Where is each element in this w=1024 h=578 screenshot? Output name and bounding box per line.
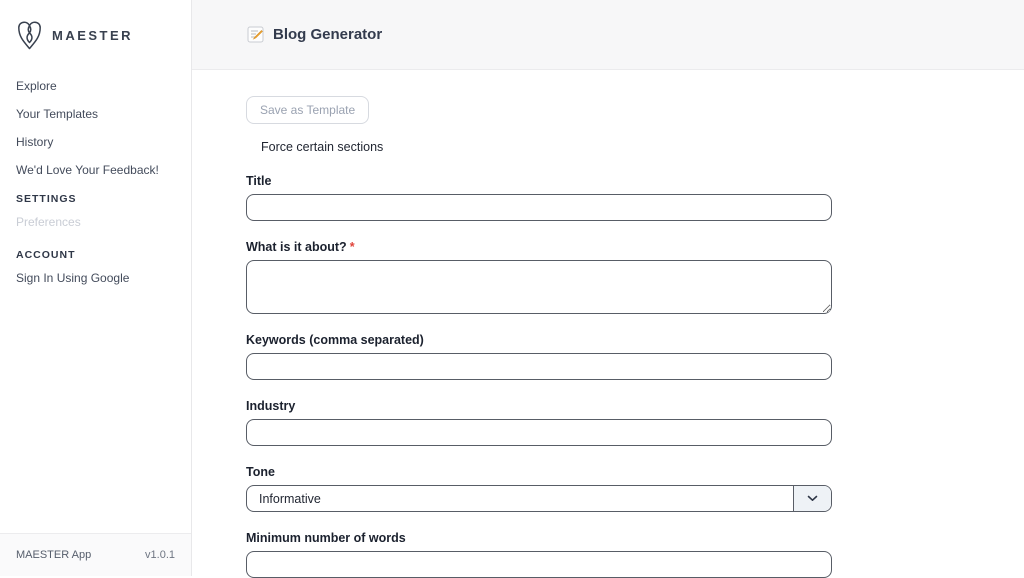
- about-textarea[interactable]: [246, 260, 832, 314]
- app-name: MAESTER: [52, 28, 133, 43]
- chevron-down-icon: [807, 495, 818, 502]
- field-group-title: Title: [246, 175, 832, 221]
- save-as-template-button[interactable]: Save as Template: [246, 96, 369, 124]
- tone-dropdown-button[interactable]: [793, 486, 831, 511]
- keywords-input[interactable]: [246, 353, 832, 380]
- field-group-tone: Tone Informative: [246, 466, 832, 512]
- page-header: Blog Generator: [192, 0, 1024, 70]
- memo-icon: [247, 26, 264, 43]
- field-group-industry: Industry: [246, 400, 832, 446]
- sidebar-item-your-templates[interactable]: Your Templates: [16, 108, 175, 120]
- tone-select[interactable]: Informative: [246, 485, 832, 512]
- sidebar-item-history[interactable]: History: [16, 136, 175, 148]
- industry-input[interactable]: [246, 419, 832, 446]
- sidebar-heading-settings: SETTINGS: [16, 194, 175, 205]
- sidebar-item-sign-in-google[interactable]: Sign In Using Google: [16, 272, 175, 284]
- sidebar-item-preferences[interactable]: Preferences: [16, 216, 175, 228]
- footer-app-label: MAESTER App: [16, 549, 91, 561]
- about-label-text: What is it about?: [246, 240, 347, 254]
- sidebar-footer: MAESTER App v1.0.1: [0, 533, 191, 576]
- main-area: Blog Generator Save as Template Force ce…: [192, 0, 1024, 576]
- footer-version: v1.0.1: [145, 549, 175, 561]
- title-input[interactable]: [246, 194, 832, 221]
- sidebar-item-explore[interactable]: Explore: [16, 80, 175, 92]
- sidebar-nav: Explore Your Templates History We'd Love…: [0, 80, 191, 284]
- industry-label: Industry: [246, 400, 832, 413]
- about-label: What is it about?*: [246, 241, 832, 254]
- page-title: Blog Generator: [273, 26, 382, 43]
- tone-selected-value: Informative: [247, 486, 793, 511]
- form-content: Save as Template Force certain sections …: [192, 70, 1024, 578]
- force-sections-label: Force certain sections: [261, 140, 1024, 155]
- field-group-keywords: Keywords (comma separated): [246, 334, 832, 380]
- field-group-about: What is it about?*: [246, 241, 832, 314]
- min-words-input[interactable]: [246, 551, 832, 578]
- sidebar-heading-account: ACCOUNT: [16, 250, 175, 261]
- min-words-label: Minimum number of words: [246, 532, 832, 545]
- sidebar-item-feedback[interactable]: We'd Love Your Feedback!: [16, 164, 175, 176]
- field-group-min-words: Minimum number of words: [246, 532, 832, 578]
- sidebar: MAESTER Explore Your Templates History W…: [0, 0, 192, 576]
- app-logo: MAESTER: [0, 0, 191, 52]
- tone-label: Tone: [246, 466, 832, 479]
- required-asterisk: *: [350, 240, 355, 254]
- title-label: Title: [246, 175, 832, 188]
- maester-knot-icon: [16, 20, 43, 51]
- keywords-label: Keywords (comma separated): [246, 334, 832, 347]
